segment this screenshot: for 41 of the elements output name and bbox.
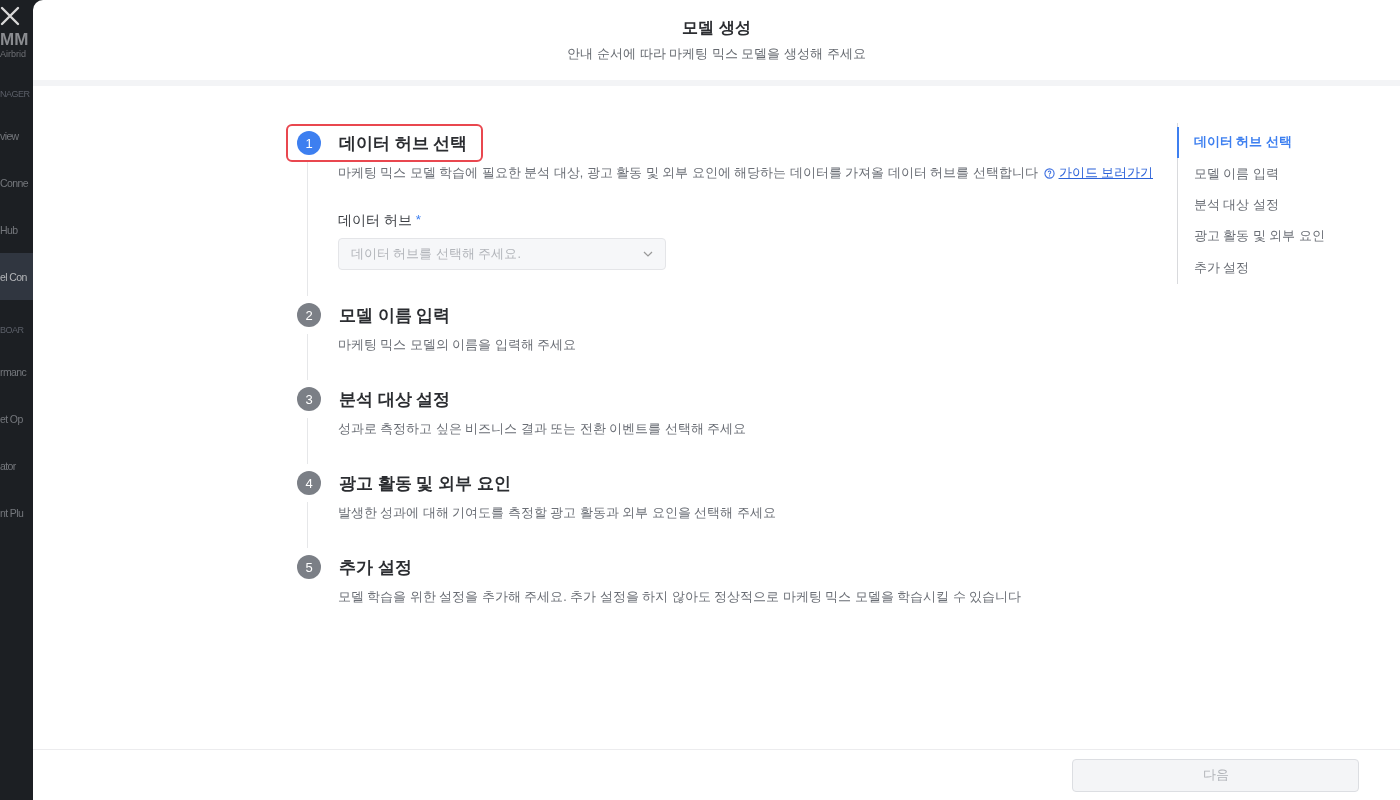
- outline-link[interactable]: 광고 활동 및 외부 요인: [1178, 221, 1325, 253]
- sidebar-item[interactable]: el Con: [0, 253, 33, 300]
- guide-link[interactable]: 가이드 보러가기: [1058, 165, 1153, 182]
- step-description: 마케팅 믹스 모델 학습에 필요한 분석 대상, 광고 활동 및 외부 요인에 해당하는 데이터를 가져올 데이터 허브를 선택합니다: [338, 165, 1038, 182]
- outline-link[interactable]: 모델 이름 입력: [1178, 158, 1325, 190]
- sidebar-item[interactable]: nt Plu: [0, 489, 33, 536]
- step-description: 마케팅 믹스 모델의 이름을 입력해 주세요: [338, 337, 577, 354]
- step-number: 3: [297, 387, 321, 411]
- sidebar-item[interactable]: Conne: [0, 159, 33, 206]
- select-field[interactable]: 데이터 허브를 선택해 주세요.: [338, 238, 666, 270]
- outline-link[interactable]: 분석 대상 설정: [1178, 189, 1325, 222]
- sidebar-item[interactable]: Hub: [0, 206, 33, 253]
- modal-subtitle: 안내 순서에 따라 마케팅 믹스 모델을 생성해 주세요: [567, 44, 866, 63]
- sidebar-item[interactable]: ator: [0, 442, 33, 489]
- field-label: 데이터 허브: [338, 212, 412, 230]
- brand-name: Airbrid: [0, 49, 27, 59]
- help-icon: [1043, 168, 1055, 179]
- outline-link[interactable]: 데이터 허브 선택: [1177, 127, 1325, 159]
- sidebar-item[interactable]: rmanc: [0, 348, 33, 395]
- step-number: 5: [297, 555, 321, 579]
- step-description: 모델 학습을 위한 설정을 추가해 주세요. 추가 설정을 하지 않아도 정상적으로 마케팅 믹스 모델을 학습시킬 수 있습니다: [338, 589, 1022, 606]
- outline-link[interactable]: 추가 설정: [1178, 252, 1325, 285]
- logo-text: MM: [0, 31, 30, 49]
- sidebar-item[interactable]: et Op: [0, 395, 33, 442]
- step-number: 1: [297, 131, 321, 155]
- step-title: 모델 이름 입력: [339, 304, 451, 327]
- step-title: 추가 설정: [339, 556, 412, 579]
- sidebar-item[interactable]: view: [0, 112, 33, 159]
- step-title: 데이터 허브 선택: [339, 132, 468, 155]
- step-title: 광고 활동 및 외부 요인: [339, 472, 511, 495]
- step-number: 4: [297, 471, 321, 495]
- sidebar-section-label: BOAR: [0, 324, 25, 337]
- step-description: 성과로 측정하고 싶은 비즈니스 결과 또는 전환 이벤트를 선택해 주세요: [338, 421, 747, 438]
- close-icon[interactable]: [0, 6, 20, 26]
- modal-title: 모델 생성: [682, 17, 751, 38]
- sidebar-section-label: NAGER: [0, 88, 31, 101]
- required-mark: *: [415, 212, 422, 229]
- step-title: 분석 대상 설정: [339, 388, 451, 411]
- chevron-down-icon: [643, 251, 653, 257]
- step-description: 발생한 성과에 대해 기여도를 측정할 광고 활동과 외부 요인을 선택해 주세요: [338, 505, 776, 522]
- step-number: 2: [297, 303, 321, 327]
